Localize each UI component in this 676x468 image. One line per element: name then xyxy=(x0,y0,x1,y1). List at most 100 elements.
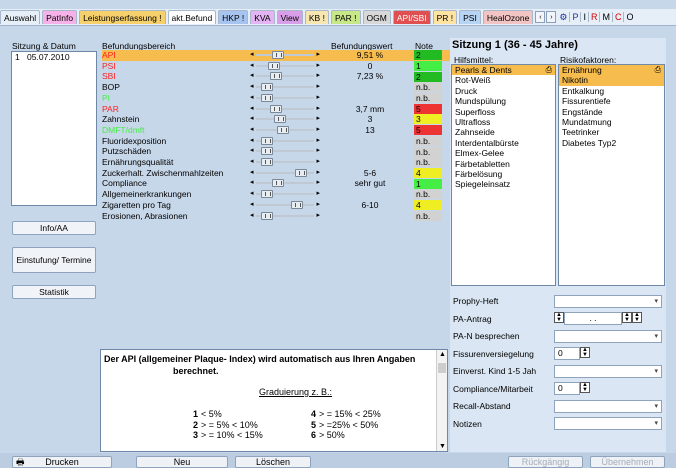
marker-c[interactable]: C xyxy=(611,12,624,22)
slider-left-arrow-icon[interactable]: ◂ xyxy=(250,114,254,125)
tab-akt-befund[interactable]: akt.Befund xyxy=(167,10,217,24)
hilfsmittel-item[interactable]: Rot-Weiß xyxy=(452,75,555,85)
finding-slider[interactable]: ◂ ▸ xyxy=(250,83,320,92)
print-icon[interactable]: ⎙ xyxy=(546,65,552,75)
field-number[interactable]: 0 ▲ ▼ xyxy=(554,347,594,360)
hilfsmittel-list[interactable]: Pearls & Dents ⎙ Rot-Weiß Druck Mundspülung S… xyxy=(451,64,556,286)
slider-left-arrow-icon[interactable]: ◂ xyxy=(250,104,254,115)
spinner-icon[interactable]: ▲ ▼ xyxy=(580,382,590,393)
slider-left-arrow-icon[interactable]: ◂ xyxy=(250,61,254,72)
slider-left-arrow-icon[interactable]: ◂ xyxy=(250,136,254,147)
slider-left-arrow-icon[interactable]: ◂ xyxy=(250,146,254,157)
slider-thumb[interactable] xyxy=(260,190,273,199)
slider-thumb[interactable] xyxy=(260,136,273,145)
scroll-right-icon[interactable]: › xyxy=(546,11,557,23)
slider-track[interactable] xyxy=(256,64,314,67)
marker-r[interactable]: R xyxy=(587,12,600,22)
finding-row[interactable]: Ernährungsqualität ◂ ▸ n.b. xyxy=(102,157,452,168)
finding-row[interactable]: Putzschäden ◂ ▸ n.b. xyxy=(102,146,452,157)
einstufung-termine-button[interactable]: Einstufung/ Termine xyxy=(12,247,96,273)
risikofaktor-item[interactable]: Fissurentiefe xyxy=(559,96,664,106)
slider-left-arrow-icon[interactable]: ◂ xyxy=(250,93,254,104)
hilfsmittel-item[interactable]: Pearls & Dents ⎙ xyxy=(452,65,555,76)
slider-track[interactable] xyxy=(256,203,314,206)
finding-slider[interactable]: ◂ ▸ xyxy=(250,114,320,125)
finding-row[interactable]: Zahnstein ◂ ▸ 3 3 xyxy=(102,114,452,125)
tab-api-sbi[interactable]: API/SBI xyxy=(392,10,431,24)
tab-psi[interactable]: PSI xyxy=(459,10,481,24)
date-spinner-icon[interactable]: ▲ ▼ xyxy=(622,312,632,323)
slider-right-arrow-icon[interactable]: ▸ xyxy=(316,61,320,72)
slider-thumb[interactable] xyxy=(272,51,285,59)
field-date[interactable]: ▲ ▼. . ▲ ▼▲ ▼ xyxy=(554,312,662,325)
delete-button[interactable]: Löschen xyxy=(235,456,311,468)
slider-track[interactable] xyxy=(256,107,314,110)
tab-auswahl[interactable]: Auswahl xyxy=(0,10,41,24)
session-row[interactable]: 1 05.07.2010 xyxy=(12,52,96,62)
marker-o[interactable]: O xyxy=(623,12,635,22)
hilfsmittel-item[interactable]: Druck xyxy=(452,86,555,96)
slider-thumb[interactable] xyxy=(260,93,273,102)
slider-right-arrow-icon[interactable]: ▸ xyxy=(316,71,320,82)
marker-i[interactable]: I xyxy=(580,12,588,22)
date-spinner-icon[interactable]: ▲ ▼ xyxy=(554,312,564,323)
risikofaktor-item[interactable]: Entkalkung xyxy=(559,86,664,96)
slider-thumb[interactable] xyxy=(267,61,280,70)
risikofaktor-item[interactable]: Engstände xyxy=(559,107,664,117)
tab-leistungserfassung-[interactable]: Leistungserfassung ! xyxy=(79,10,166,24)
finding-row[interactable]: Fluoridexposition ◂ ▸ n.b. xyxy=(102,136,452,147)
slider-thumb[interactable] xyxy=(260,211,273,220)
hilfsmittel-item[interactable]: Mundspülung xyxy=(452,96,555,106)
tab-healozone[interactable]: HealOzone xyxy=(482,10,534,24)
slider-thumb[interactable] xyxy=(272,179,285,188)
finding-row[interactable]: PSI ◂ ▸ 0 1 xyxy=(102,61,452,72)
slider-right-arrow-icon[interactable]: ▸ xyxy=(316,211,320,222)
slider-left-arrow-icon[interactable]: ◂ xyxy=(250,125,254,136)
slider-right-arrow-icon[interactable]: ▸ xyxy=(316,168,320,179)
slider-left-arrow-icon[interactable]: ◂ xyxy=(250,189,254,200)
print-button[interactable]: 🖶 Drucken xyxy=(12,456,112,468)
finding-row[interactable]: Zigaretten pro Tag ◂ ▸ 6-10 4 xyxy=(102,200,452,211)
slider-thumb[interactable] xyxy=(260,147,273,156)
risikofaktor-item[interactable]: Teetrinker xyxy=(559,127,664,137)
apply-button[interactable]: Übernehmen xyxy=(590,456,665,468)
risikofaktor-item[interactable]: Nikotin xyxy=(559,75,664,86)
risikofaktor-item[interactable]: Diabetes Typ2 xyxy=(559,138,664,148)
slider-left-arrow-icon[interactable]: ◂ xyxy=(250,50,254,61)
field-dropdown[interactable] xyxy=(554,294,662,308)
hilfsmittel-item[interactable]: Zahnseide xyxy=(452,127,555,137)
tab-par-[interactable]: PAR ! xyxy=(330,10,361,24)
finding-row[interactable]: BOP ◂ ▸ n.b. xyxy=(102,82,452,93)
marker-m[interactable]: M xyxy=(599,12,612,22)
scroll-left-icon[interactable]: ‹ xyxy=(535,11,546,23)
finding-slider[interactable]: ◂ ▸ xyxy=(250,211,320,222)
slider-track[interactable] xyxy=(256,54,314,56)
slider-right-arrow-icon[interactable]: ▸ xyxy=(316,157,320,168)
slider-right-arrow-icon[interactable]: ▸ xyxy=(316,114,320,125)
slider-right-arrow-icon[interactable]: ▸ xyxy=(316,93,320,104)
risikofaktoren-list[interactable]: Ernährung ⎙ Nikotin Entkalkung Fissurentiefe… xyxy=(558,64,665,286)
finding-slider[interactable]: ◂ ▸ xyxy=(250,51,320,59)
hilfsmittel-item[interactable]: Färbetabletten xyxy=(452,159,555,169)
slider-left-arrow-icon[interactable]: ◂ xyxy=(250,168,254,179)
slider-left-arrow-icon[interactable]: ◂ xyxy=(250,71,254,82)
marker-p[interactable]: P xyxy=(569,12,580,22)
scroll-up-icon[interactable]: ▲ xyxy=(439,351,446,358)
slider-thumb[interactable] xyxy=(295,168,308,177)
finding-row[interactable]: DMFT/dmft ◂ ▸ 13 5 xyxy=(102,125,452,136)
finding-row[interactable]: PI ◂ ▸ n.b. xyxy=(102,93,452,104)
field-dropdown[interactable] xyxy=(554,417,662,430)
finding-slider[interactable]: ◂ ▸ xyxy=(250,71,320,82)
spinner-icon[interactable]: ▲ ▼ xyxy=(580,347,590,358)
slider-thumb[interactable] xyxy=(269,104,282,113)
slider-thumb[interactable] xyxy=(260,83,273,92)
finding-row[interactable]: Compliance ◂ ▸ sehr gut 1 xyxy=(102,178,452,189)
tab-patinfo[interactable]: PatInfo xyxy=(42,10,78,24)
hilfsmittel-item[interactable]: Superfloss xyxy=(452,107,555,117)
finding-row[interactable]: SBI ◂ ▸ 7,23 % 2 xyxy=(102,71,452,82)
new-button[interactable]: Neu xyxy=(136,456,228,468)
slider-right-arrow-icon[interactable]: ▸ xyxy=(316,104,320,115)
finding-slider[interactable]: ◂ ▸ xyxy=(250,136,320,147)
risikofaktor-item[interactable]: Mundatmung xyxy=(559,117,664,127)
slider-thumb[interactable] xyxy=(290,200,303,209)
